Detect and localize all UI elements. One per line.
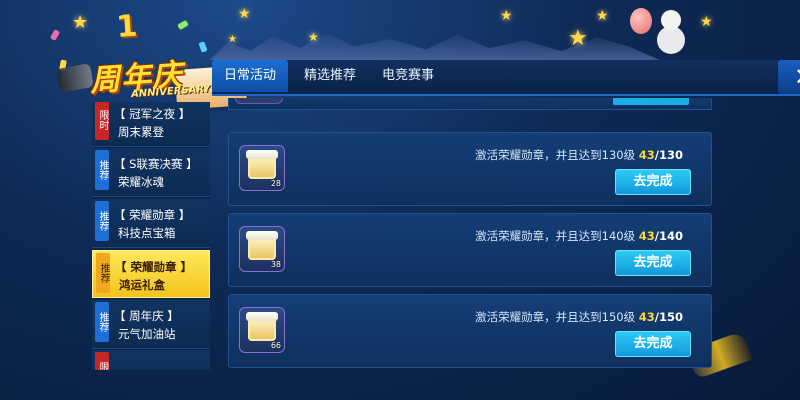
progress-current: 43	[638, 229, 655, 243]
gift-box-image	[246, 312, 278, 341]
go-complete-button[interactable]: 去完成	[615, 250, 691, 276]
go-complete-button[interactable]: 去完成	[615, 331, 691, 357]
sidebar-item-partial[interactable]: 限时	[92, 350, 210, 370]
close-button[interactable]: ✕	[778, 60, 800, 94]
task-list: 28 激活荣耀勋章，并且达到130级 43/130 去完成 38 激活荣耀勋章，…	[218, 98, 722, 370]
recommend-badge: 推荐	[96, 253, 110, 293]
item-count: 38	[270, 260, 281, 269]
progress-current: 43	[638, 310, 655, 324]
progress-total: /130	[654, 148, 683, 162]
sidebar: 限时 【 冠军之夜 】 周末累登 推荐 【 S联赛决赛 】 荣耀冰魂 推荐 【 …	[92, 102, 210, 370]
sidebar-item-s-league-final[interactable]: 推荐 【 S联赛决赛 】 荣耀冰魂	[92, 148, 210, 197]
item-count: 66	[270, 341, 281, 350]
gift-box-icon[interactable]: 66	[239, 307, 285, 353]
sidebar-item-lucky-gift-box[interactable]: 推荐 【 荣耀勋章 】 鸿运礼盒	[92, 250, 210, 298]
sidebar-item-title: 【 周年庆 】	[114, 309, 179, 323]
background-skyline	[210, 33, 660, 60]
task-description: 激活荣耀勋章，并且达到130级 43/130	[475, 147, 683, 163]
recommend-badge: 推荐	[95, 201, 109, 241]
sidebar-item-subtitle: 科技点宝箱	[118, 226, 176, 240]
star-decoration: ★	[72, 12, 89, 33]
go-complete-button[interactable]	[613, 98, 689, 105]
balloon-decoration	[630, 8, 652, 34]
gift-box-image	[246, 150, 278, 179]
sidebar-item-subtitle: 鸿运礼盒	[119, 278, 165, 292]
sidebar-item-champion-night[interactable]: 限时 【 冠军之夜 】 周末累登	[92, 102, 210, 147]
close-icon: ✕	[794, 63, 800, 91]
star-decoration: ★	[500, 8, 513, 24]
task-description: 激活荣耀勋章，并且达到140级 43/140	[475, 228, 683, 244]
tab-bar: 日常活动 精选推荐 电竞赛事 ✕	[212, 60, 800, 96]
item-count: 28	[270, 179, 281, 188]
task-text: 激活荣耀勋章，并且达到130级	[475, 148, 636, 162]
tab-featured[interactable]: 精选推荐	[294, 60, 366, 92]
go-complete-button[interactable]: 去完成	[615, 169, 691, 195]
progress-current: 43	[638, 148, 655, 162]
star-decoration: ★	[238, 6, 251, 22]
sidebar-item-title: 【 荣耀勋章 】	[114, 208, 191, 222]
star-decoration: ★	[596, 8, 609, 24]
gift-box-icon[interactable]: 28	[239, 145, 285, 191]
task-row: 28 激活荣耀勋章，并且达到130级 43/130 去完成	[228, 132, 712, 206]
sidebar-item-title: 【 S联赛决赛 】	[114, 157, 198, 171]
star-decoration: ★	[308, 30, 319, 44]
sidebar-item-tech-chest[interactable]: 推荐 【 荣耀勋章 】 科技点宝箱	[92, 199, 210, 248]
sidebar-item-subtitle: 荣耀冰魂	[118, 175, 164, 189]
star-decoration: ★	[228, 34, 237, 45]
progress-total: /140	[654, 229, 683, 243]
recommend-badge: 推荐	[95, 302, 109, 342]
sidebar-item-title: 【 冠军之夜 】	[114, 107, 191, 121]
task-row: 66 激活荣耀勋章，并且达到150级 43/150 去完成	[228, 294, 712, 368]
sidebar-item-subtitle: 元气加油站	[118, 327, 176, 341]
tab-daily-activities[interactable]: 日常活动	[212, 60, 288, 92]
task-text: 激活荣耀勋章，并且达到140级	[475, 229, 636, 243]
sidebar-item-energy-station[interactable]: 推荐 【 周年庆 】 元气加油站	[92, 300, 210, 349]
progress-total: /150	[654, 310, 683, 324]
star-decoration: ★	[700, 14, 713, 30]
sidebar-item-title: 【 荣耀勋章 】	[115, 260, 193, 274]
limited-badge: 限时	[95, 102, 109, 140]
gift-box-icon[interactable]: 38	[239, 226, 285, 272]
reward-icon	[235, 98, 283, 104]
task-text: 激活荣耀勋章，并且达到150级	[475, 310, 636, 324]
logo-number: 1	[115, 8, 139, 46]
task-row: 38 激活荣耀勋章，并且达到140级 43/140 去完成	[228, 213, 712, 287]
recommend-badge: 推荐	[95, 150, 109, 190]
tab-esports[interactable]: 电竞赛事	[372, 60, 444, 92]
task-description: 激活荣耀勋章，并且达到150级 43/150	[475, 309, 683, 325]
activity-panel: 日常活动 精选推荐 电竞赛事 ✕ 限时 【 冠军之夜 】 周末累登 推荐 【 S…	[92, 58, 800, 370]
confetti-decoration	[177, 19, 189, 31]
confetti-decoration	[49, 29, 61, 41]
mascot-decoration	[655, 10, 687, 54]
task-row-partial	[228, 98, 712, 110]
sidebar-item-subtitle: 周末累登	[118, 125, 164, 139]
star-decoration: ★	[568, 26, 588, 51]
limited-badge: 限时	[95, 352, 109, 370]
gift-box-image	[246, 231, 278, 260]
